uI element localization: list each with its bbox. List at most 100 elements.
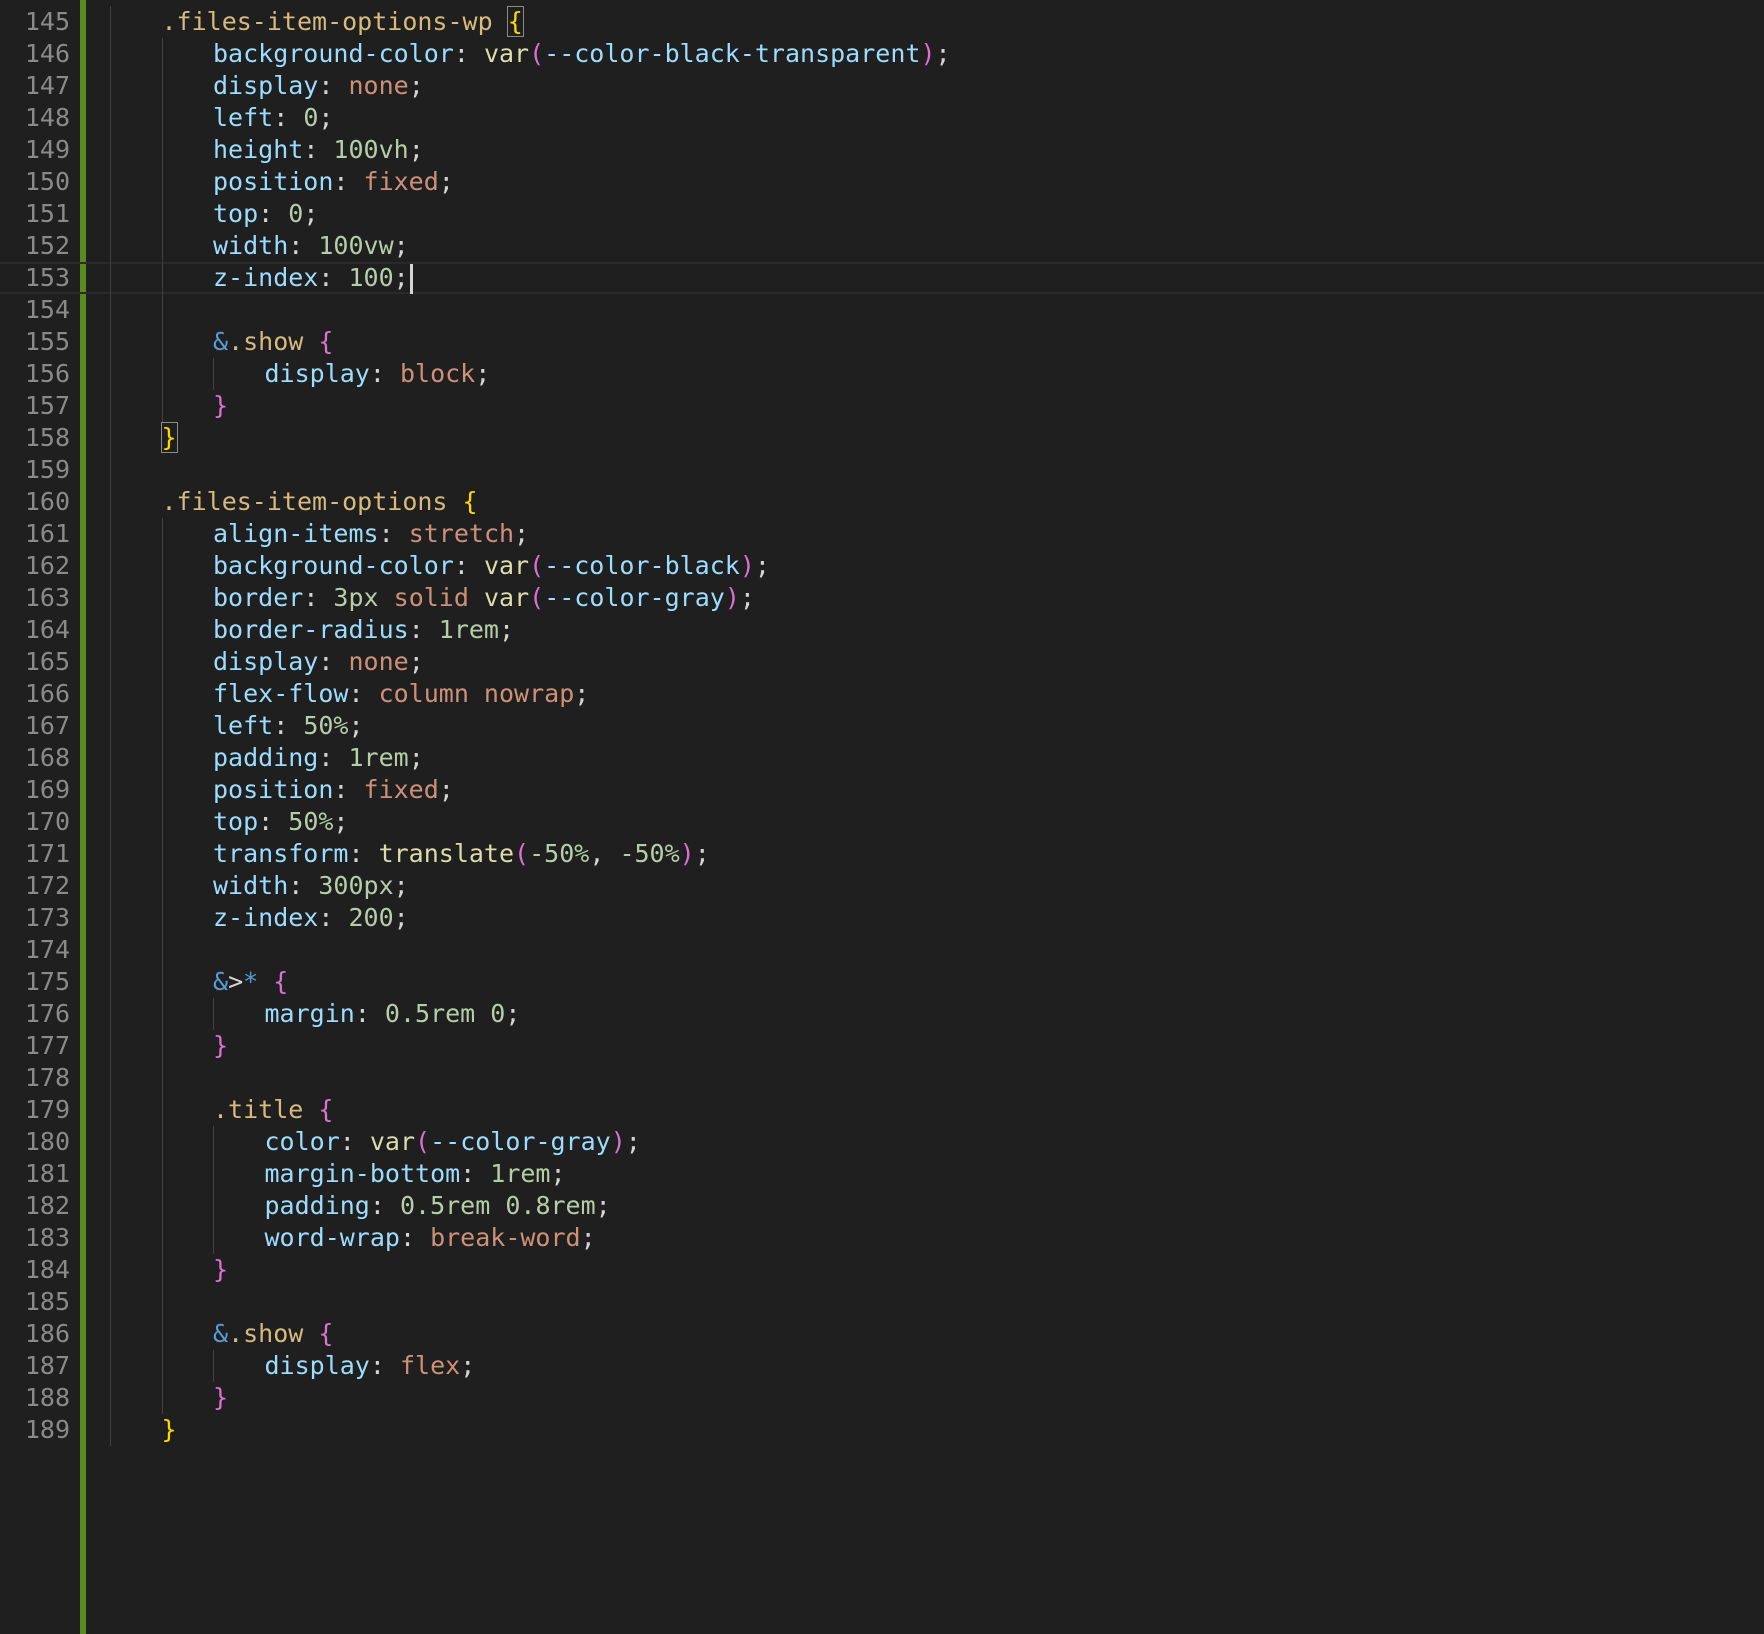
code-token: 100vh [333, 135, 409, 164]
code-line[interactable]: 161 align-items: stretch; [0, 518, 1764, 550]
code-line[interactable]: 164 border-radius: 1rem; [0, 614, 1764, 646]
code-line[interactable]: 152 width: 100vw; [0, 230, 1764, 262]
line-code[interactable]: &.show { [213, 1318, 333, 1350]
code-line[interactable]: 180 color: var(--color-gray); [0, 1126, 1764, 1158]
code-token: : [399, 1223, 431, 1252]
line-code[interactable]: height: 100vh; [213, 134, 424, 166]
code-token: } [213, 391, 229, 420]
code-line[interactable]: 153 z-index: 100; [0, 262, 1764, 294]
line-code[interactable]: border-radius: 1rem; [213, 614, 514, 646]
code-line[interactable]: 162 background-color: var(--color-black); [0, 550, 1764, 582]
code-line[interactable]: 188} [0, 1382, 1764, 1414]
code-line[interactable]: 156 display: block; [0, 358, 1764, 390]
code-line[interactable]: 178 [0, 1062, 1764, 1094]
line-code[interactable]: padding: 0.5rem 0.8rem; [265, 1190, 611, 1222]
code-line[interactable]: 163 border: 3px solid var(--color-gray); [0, 582, 1764, 614]
line-code[interactable]: } [213, 1254, 228, 1286]
code-editor[interactable]: 145 .files-item-options-wp {146 background… [0, 0, 1764, 1634]
code-line[interactable]: 187 display: flex; [0, 1350, 1764, 1382]
line-code[interactable]: } [213, 1030, 228, 1062]
code-line[interactable]: 168 padding: 1rem; [0, 742, 1764, 774]
line-code[interactable]: position: fixed; [213, 166, 454, 198]
line-number: 188 [24, 1383, 70, 1412]
code-token: : [303, 135, 334, 164]
code-line[interactable]: 185 [0, 1286, 1764, 1318]
code-line[interactable]: 177} [0, 1030, 1764, 1062]
line-code[interactable]: background-color: var(--color-black); [213, 550, 770, 582]
code-line[interactable]: 170 top: 50%; [0, 806, 1764, 838]
line-code[interactable]: display: block; [265, 358, 491, 390]
code-token: & [213, 327, 229, 356]
code-line[interactable]: 181 margin-bottom: 1rem; [0, 1158, 1764, 1190]
code-line[interactable]: 176 margin: 0.5rem 0; [0, 998, 1764, 1030]
code-line[interactable]: 150 position: fixed; [0, 166, 1764, 198]
line-code[interactable]: } [160, 422, 178, 454]
code-line[interactable]: 171 transform: translate(-50%, -50%); [0, 838, 1764, 870]
code-line[interactable]: 175 &>* { [0, 966, 1764, 998]
code-line[interactable]: 154 [0, 294, 1764, 326]
line-code[interactable]: margin: 0.5rem 0; [265, 998, 521, 1030]
code-line[interactable]: 169 position: fixed; [0, 774, 1764, 806]
code-line[interactable]: 145 .files-item-options-wp { [0, 6, 1764, 38]
code-line[interactable]: 186 &.show { [0, 1318, 1764, 1350]
code-line[interactable]: 183 word-wrap: break-word; [0, 1222, 1764, 1254]
code-line[interactable]: 165 display: none; [0, 646, 1764, 678]
line-code[interactable]: top: 0; [213, 198, 318, 230]
code-line[interactable]: 159 [0, 454, 1764, 486]
code-line[interactable]: 179 .title { [0, 1094, 1764, 1126]
code-line[interactable]: 151 top: 0; [0, 198, 1764, 230]
line-code[interactable]: align-items: stretch; [213, 518, 529, 550]
code-line[interactable]: 149 height: 100vh; [0, 134, 1764, 166]
line-code[interactable]: border: 3px solid var(--color-gray); [213, 582, 755, 614]
line-code[interactable]: color: var(--color-gray); [265, 1126, 641, 1158]
code-line[interactable]: 155 &.show { [0, 326, 1764, 358]
line-code[interactable]: display: none; [213, 70, 424, 102]
code-line[interactable]: 148 left: 0; [0, 102, 1764, 134]
line-code[interactable]: top: 50%; [213, 806, 348, 838]
code-line[interactable]: 189} [0, 1414, 1764, 1446]
line-number: 155 [24, 327, 70, 356]
code-line[interactable]: 146 background-color: var(--color-black-t… [0, 38, 1764, 70]
line-code[interactable]: margin-bottom: 1rem; [265, 1158, 566, 1190]
line-code[interactable]: display: none; [213, 646, 424, 678]
line-code[interactable]: .title { [213, 1094, 333, 1126]
line-code[interactable]: } [213, 390, 228, 422]
line-code[interactable]: padding: 1rem; [213, 742, 424, 774]
code-line[interactable]: 172 width: 300px; [0, 870, 1764, 902]
line-code[interactable]: } [162, 1414, 177, 1446]
code-line[interactable]: 182 padding: 0.5rem 0.8rem; [0, 1190, 1764, 1222]
code-token: flex [399, 1351, 461, 1380]
line-code[interactable]: z-index: 100; [213, 264, 413, 294]
line-code[interactable]: background-color: var(--color-black-tran… [213, 38, 951, 70]
code-line[interactable]: 157} [0, 390, 1764, 422]
line-code[interactable]: z-index: 200; [213, 902, 409, 934]
code-token: padding [213, 743, 319, 772]
line-code[interactable]: flex-flow: column nowrap; [213, 678, 589, 710]
code-line[interactable]: 173 z-index: 200; [0, 902, 1764, 934]
code-line[interactable]: 158} [0, 422, 1764, 454]
code-token: : [453, 551, 484, 580]
line-code[interactable]: .files-item-options { [162, 486, 478, 518]
code-token: : [303, 583, 334, 612]
code-line[interactable]: 167 left: 50%; [0, 710, 1764, 742]
line-code[interactable]: display: flex; [265, 1350, 476, 1382]
line-code[interactable]: position: fixed; [213, 774, 454, 806]
line-code[interactable]: left: 0; [213, 102, 333, 134]
line-code[interactable]: } [213, 1382, 228, 1414]
code-token: ; [550, 1159, 566, 1188]
line-code[interactable]: .files-item-options-wp { [162, 6, 524, 38]
code-line[interactable]: 166 flex-flow: column nowrap; [0, 678, 1764, 710]
line-code[interactable]: width: 100vw; [213, 230, 409, 262]
code-line[interactable]: 160 .files-item-options { [0, 486, 1764, 518]
code-line[interactable]: 174 [0, 934, 1764, 966]
code-token: display [264, 1351, 370, 1380]
code-token: margin-bottom [264, 1159, 461, 1188]
line-code[interactable]: width: 300px; [213, 870, 409, 902]
line-code[interactable]: left: 50%; [213, 710, 364, 742]
code-line[interactable]: 147 display: none; [0, 70, 1764, 102]
line-code[interactable]: &.show { [213, 326, 333, 358]
line-code[interactable]: &>* { [213, 966, 288, 998]
line-code[interactable]: transform: translate(-50%, -50%); [213, 838, 710, 870]
line-code[interactable]: word-wrap: break-word; [265, 1222, 596, 1254]
code-line[interactable]: 184} [0, 1254, 1764, 1286]
